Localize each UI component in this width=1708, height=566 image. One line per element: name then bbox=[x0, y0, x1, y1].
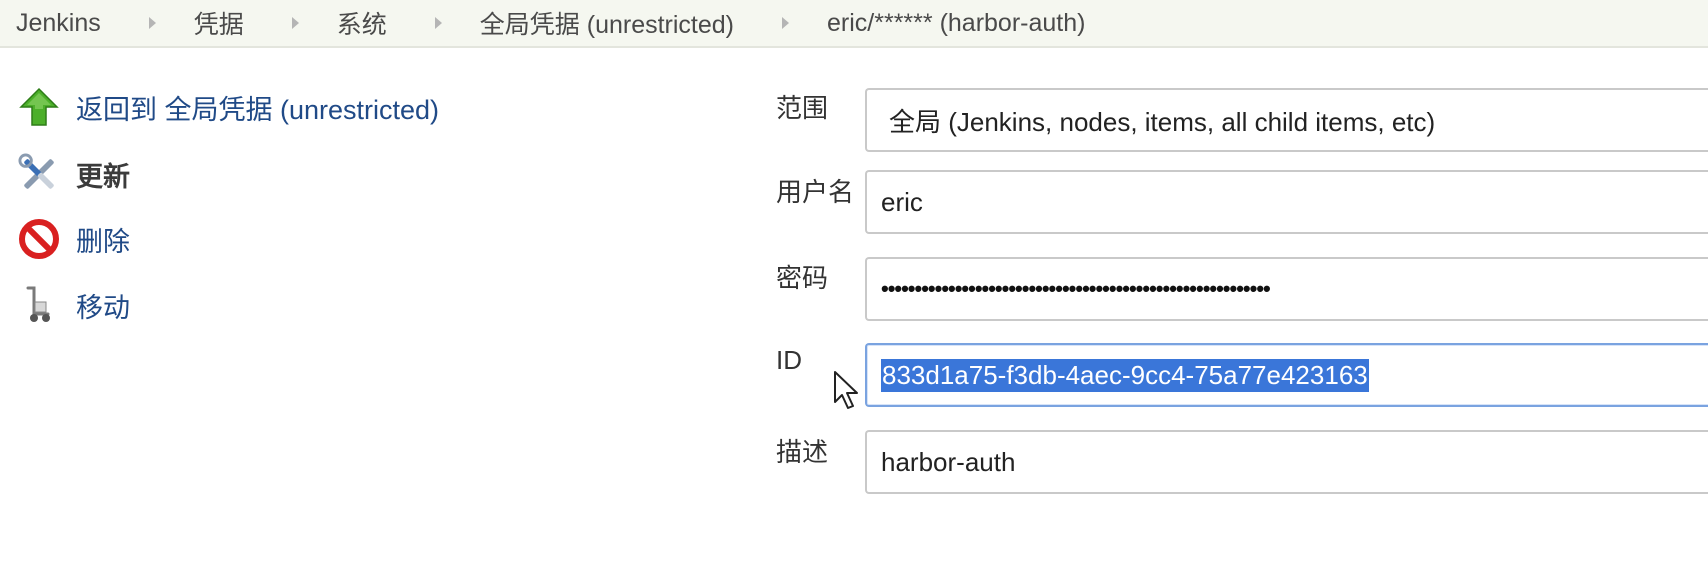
breadcrumb-global-credentials[interactable]: 全局凭据 (unrestricted) bbox=[480, 5, 734, 41]
username-field[interactable]: eric bbox=[865, 170, 1708, 234]
back-to-global-credentials-link[interactable]: 返回到 全局凭据 (unrestricted) bbox=[18, 86, 439, 128]
id-field[interactable]: 833d1a75-f3db-4aec-9cc4-75a77e423163 bbox=[865, 343, 1708, 407]
breadcrumb-separator-icon[interactable] bbox=[291, 17, 299, 29]
up-arrow-icon bbox=[18, 86, 60, 128]
breadcrumb-current-credential[interactable]: eric/****** (harbor-auth) bbox=[827, 9, 1085, 38]
breadcrumb-jenkins[interactable]: Jenkins bbox=[16, 9, 101, 38]
mouse-cursor-icon bbox=[834, 371, 858, 409]
breadcrumb-credentials[interactable]: 凭据 bbox=[194, 5, 244, 41]
move-link[interactable]: 移动 bbox=[18, 284, 130, 326]
description-field[interactable]: harbor-auth bbox=[865, 430, 1708, 494]
password-label: 密码 bbox=[776, 263, 829, 293]
delete-link[interactable]: 删除 bbox=[18, 218, 130, 260]
description-label: 描述 bbox=[776, 437, 829, 467]
hand-truck-icon bbox=[18, 284, 60, 326]
delete-link-label: 删除 bbox=[76, 226, 130, 257]
breadcrumb-separator-icon[interactable] bbox=[782, 17, 790, 29]
breadcrumb-separator-icon[interactable] bbox=[148, 17, 156, 29]
breadcrumb-system[interactable]: 系统 bbox=[337, 5, 387, 41]
id-field-selected-text: 833d1a75-f3db-4aec-9cc4-75a77e423163 bbox=[881, 358, 1369, 392]
password-field[interactable]: ••••••••••••••••••••••••••••••••••••••••… bbox=[865, 257, 1708, 321]
update-link[interactable]: 更新 bbox=[18, 153, 130, 195]
username-label: 用户名 bbox=[776, 177, 855, 207]
scope-label: 范围 bbox=[776, 93, 829, 123]
update-link-label: 更新 bbox=[76, 161, 130, 192]
back-link-label: 返回到 全局凭据 (unrestricted) bbox=[76, 94, 440, 125]
id-label: ID bbox=[776, 345, 802, 375]
scope-select[interactable]: 全局 (Jenkins, nodes, items, all child ite… bbox=[865, 88, 1708, 152]
move-link-label: 移动 bbox=[76, 292, 130, 323]
breadcrumb: Jenkins 凭据 系统 全局凭据 (unrestricted) eric/*… bbox=[0, 0, 1708, 48]
breadcrumb-separator-icon[interactable] bbox=[434, 17, 442, 29]
tools-icon bbox=[18, 153, 60, 195]
no-entry-icon bbox=[18, 218, 60, 260]
